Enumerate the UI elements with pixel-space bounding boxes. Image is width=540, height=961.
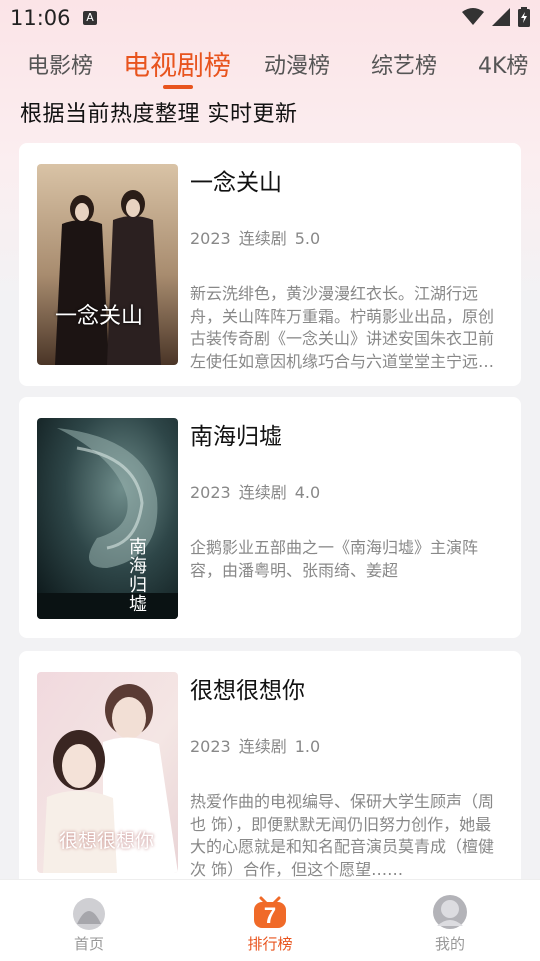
nav-profile[interactable]: 我的 [390,880,510,961]
card-type: 连续剧 [238,483,287,502]
poster-image[interactable]: 一念关山 [37,164,178,365]
home-avatar-icon [73,898,105,930]
poster-title-calligraphy: 一念关山 [55,304,144,329]
notification-a-icon: A [83,11,97,25]
svg-text:7: 7 [264,903,276,928]
status-time: 11:06 [10,6,71,30]
profile-avatar-icon [433,895,467,929]
nav-home-label: 首页 [73,935,104,953]
ranking-7-icon: 7 [254,896,286,928]
card-type: 连续剧 [238,737,287,756]
poster-title-calligraphy: 很想很想你 [59,830,155,852]
ranking-card[interactable]: 一念关山 一念关山 2023 连续剧 5.0 新云洗绯色，黄沙漫漫红衣长。江湖行远舟… [19,143,521,386]
card-meta: 2023 连续剧 4.0 [190,479,328,503]
tab-variety[interactable]: 综艺榜 [371,48,437,80]
card-type: 连续剧 [238,229,287,248]
ranking-tabs: 电影榜 电视剧榜 动漫榜 综艺榜 4K榜 [0,40,540,92]
nav-ranking-label: 排行榜 [247,935,293,953]
card-title[interactable]: 南海归墟 [190,417,282,451]
cellular-signal-icon [492,8,510,26]
poster-image[interactable]: 南海归墟 [37,418,178,619]
bottom-navigation: 首页 7 排行榜 我的 [0,879,540,961]
card-description: 热爱作曲的电视编导、保研大学生顾声（周也 饰），即便默默无闻仍旧努力创作，她最大… [190,792,495,879]
card-description: 企鹅影业五部曲之一《南海归墟》主演阵容，由潘粤明、张雨绮、姜超 [190,538,479,580]
card-title[interactable]: 很想很想你 [190,671,305,705]
card-meta: 2023 连续剧 5.0 [190,225,328,249]
page-subtitle: 根据当前热度整理 实时更新 [20,102,298,127]
card-title[interactable]: 一念关山 [190,163,282,197]
card-score: 5.0 [294,229,321,248]
card-description: 新云洗绯色，黄沙漫漫红衣长。江湖行远舟，关山阵阵万重霜。柠萌影业出品，原创古装传… [190,284,495,371]
tab-movies[interactable]: 电影榜 [27,48,93,80]
active-tab-indicator [163,85,193,89]
card-score: 4.0 [294,483,321,502]
status-bar: 11:06 A [0,0,540,36]
tab-tv-series[interactable]: 电视剧榜 [123,44,231,83]
card-year: 2023 [190,737,231,756]
wifi-icon [462,8,484,25]
card-score: 1.0 [294,737,321,756]
nav-ranking[interactable]: 7 排行榜 [210,880,330,961]
nav-profile-label: 我的 [434,935,465,953]
card-meta: 2023 连续剧 1.0 [190,733,328,757]
card-year: 2023 [190,483,231,502]
ranking-card[interactable]: 南海归墟 南海归墟 2023 连续剧 4.0 企鹅影业五部曲之一《南海归墟》主演阵容… [19,397,521,638]
battery-icon [518,7,530,27]
poster-image[interactable]: 很想很想你 [37,672,178,873]
tab-anime[interactable]: 动漫榜 [264,48,330,80]
tab-4k[interactable]: 4K榜 [478,48,528,80]
poster-title-calligraphy: 南海归墟 [129,537,147,615]
status-icons [462,7,530,27]
card-year: 2023 [190,229,231,248]
ranking-card[interactable]: 很想很想你 很想很想你 2023 连续剧 1.0 热爱作曲的电视编导、保研大学生顾声… [19,651,521,891]
nav-home[interactable]: 首页 [29,880,149,961]
